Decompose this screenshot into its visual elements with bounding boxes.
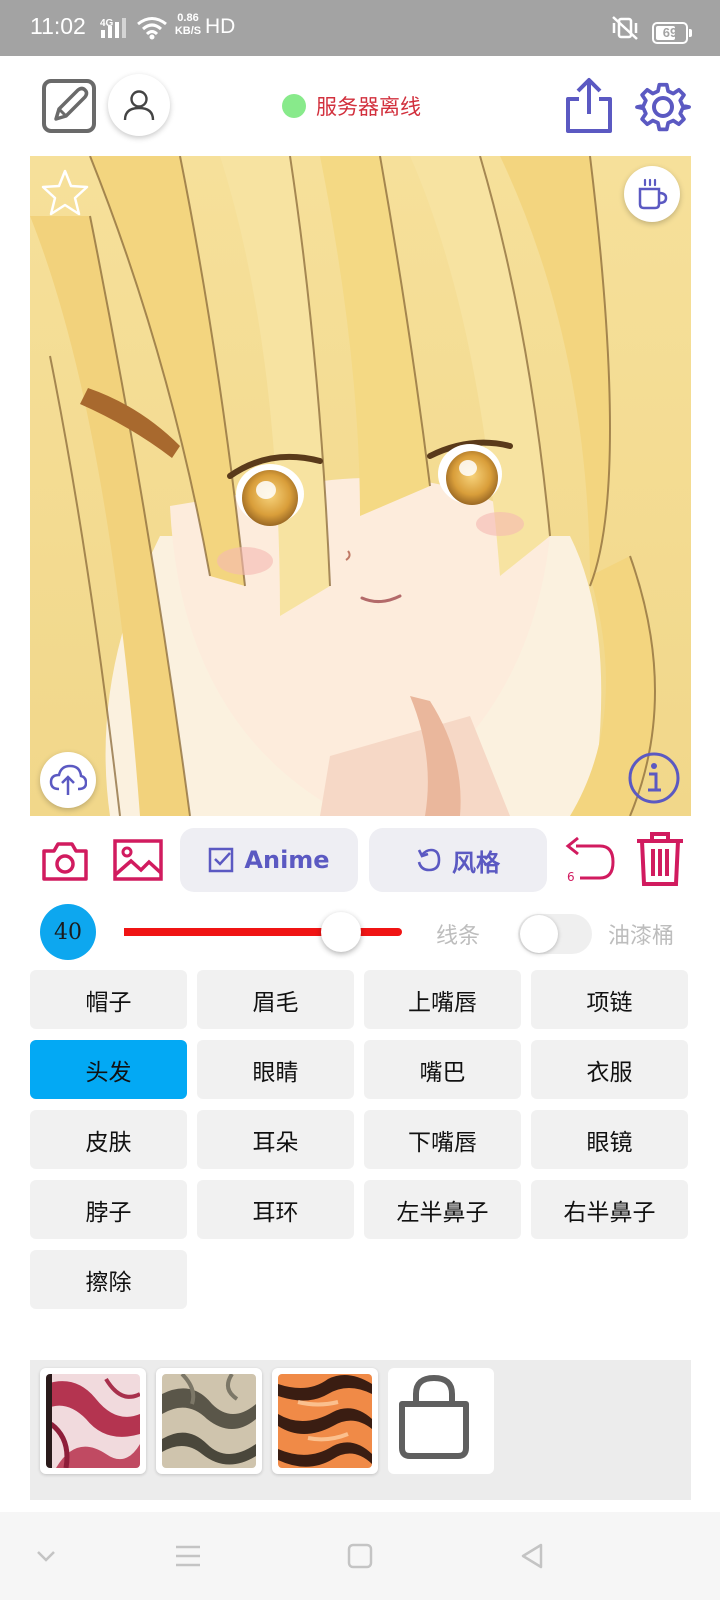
delete-button[interactable] (634, 830, 686, 888)
model-label: Anime (244, 846, 330, 874)
part-button[interactable]: 耳朵 (197, 1110, 354, 1169)
part-button[interactable]: 衣服 (531, 1040, 688, 1099)
user-icon (123, 90, 155, 121)
network-speed-value: 0.86 (177, 12, 199, 24)
anime-portrait-image (30, 156, 691, 816)
part-button[interactable]: 帽子 (30, 970, 187, 1029)
info-icon (628, 752, 680, 804)
part-button[interactable]: 擦除 (30, 1250, 187, 1309)
nav-menu-button[interactable] (168, 1538, 208, 1574)
paint-bucket-label: 油漆桶 (608, 924, 675, 949)
paint-bucket-toggle[interactable] (518, 914, 592, 954)
info-button[interactable] (626, 750, 682, 806)
brush-size-badge[interactable]: 40 (40, 904, 96, 960)
nav-back-button[interactable] (512, 1538, 552, 1574)
share-button[interactable] (562, 76, 616, 136)
system-nav-bar (0, 1512, 720, 1600)
part-button[interactable]: 皮肤 (30, 1110, 187, 1169)
star-icon (41, 169, 89, 216)
line-mode-label[interactable]: 线条 (436, 918, 480, 950)
server-status-dot (282, 94, 306, 118)
slider-thumb[interactable] (320, 912, 361, 952)
style-label: 风格 (452, 848, 500, 877)
status-bar: 11:02 4G 0.86 KB/S HD 69 (0, 0, 720, 56)
checkbox-icon (209, 847, 234, 873)
part-button[interactable]: 下嘴唇 (364, 1110, 521, 1169)
part-button[interactable]: 眼镜 (531, 1110, 688, 1169)
gear-icon (635, 82, 691, 132)
server-status: 服务器离线 (282, 92, 421, 120)
texture-shop-button[interactable] (388, 1368, 494, 1474)
share-icon (566, 78, 612, 133)
stone-swatch (162, 1374, 256, 1468)
parts-grid: 帽子 眉毛 上嘴唇 项链 头发 眼睛 嘴巴 衣服 皮肤 耳朵 下嘴唇 眼镜 脖子… (30, 970, 688, 1309)
part-button[interactable]: 脖子 (30, 1180, 187, 1239)
battery-level: 69 (662, 25, 678, 40)
hd-indicator: HD (205, 15, 236, 38)
red-marble-swatch (46, 1374, 140, 1468)
camera-button[interactable] (40, 838, 90, 884)
battery-indicator: 69 (652, 22, 688, 44)
battery-tip (689, 29, 692, 37)
part-button[interactable]: 项链 (531, 970, 688, 1029)
wifi-icon (137, 17, 167, 40)
trash-icon (637, 832, 683, 886)
part-button[interactable]: 眼睛 (197, 1040, 354, 1099)
texture-bar (30, 1360, 691, 1500)
vibrate-mute-icon (612, 16, 638, 40)
gallery-button[interactable] (112, 836, 164, 884)
part-button[interactable]: 左半鼻子 (364, 1180, 521, 1239)
home-square-icon (347, 1543, 373, 1569)
undo-count: 6 (567, 870, 575, 884)
coffee-icon (638, 178, 668, 210)
status-time: 11:02 (30, 13, 86, 39)
toggle-knob (520, 915, 558, 953)
cloud-upload-icon (49, 764, 87, 795)
refresh-icon (417, 848, 441, 872)
draw-mode-button[interactable] (42, 79, 96, 133)
nav-collapse-button[interactable] (26, 1538, 66, 1574)
server-status-text: 服务器离线 (316, 95, 421, 119)
cellular-signal-icon: 4G (100, 18, 126, 38)
model-select-button[interactable]: Anime (180, 828, 358, 892)
tiger-stripe-swatch (278, 1374, 372, 1468)
style-button[interactable]: 风格 (369, 828, 547, 892)
drawing-canvas[interactable] (30, 156, 691, 816)
user-button[interactable] (108, 74, 170, 136)
chevron-down-icon (37, 1551, 55, 1562)
tiger-stripe-texture[interactable] (272, 1368, 378, 1474)
favorite-button[interactable] (40, 168, 90, 218)
shopping-bag-icon (399, 1374, 469, 1459)
menu-icon (176, 1545, 200, 1567)
part-button[interactable]: 右半鼻子 (531, 1180, 688, 1239)
red-marble-texture[interactable] (40, 1368, 146, 1474)
image-icon (113, 839, 163, 881)
part-button[interactable]: 耳环 (197, 1180, 354, 1239)
part-button[interactable]: 嘴巴 (364, 1040, 521, 1099)
upload-button[interactable] (40, 752, 96, 808)
part-button[interactable]: 上嘴唇 (364, 970, 521, 1029)
donate-button[interactable] (624, 166, 680, 222)
back-triangle-icon (521, 1543, 543, 1569)
network-speed: 0.86 KB/S (174, 12, 202, 38)
part-button[interactable]: 头发 (30, 1040, 187, 1099)
pen-square-icon (42, 79, 96, 133)
brush-size-slider[interactable] (124, 912, 402, 952)
nav-home-button[interactable] (340, 1538, 380, 1574)
part-button[interactable]: 眉毛 (197, 970, 354, 1029)
stone-texture[interactable] (156, 1368, 262, 1474)
network-speed-unit: KB/S (174, 25, 202, 37)
slider-fill (124, 928, 341, 936)
settings-button[interactable] (634, 78, 692, 136)
camera-icon (42, 842, 88, 881)
